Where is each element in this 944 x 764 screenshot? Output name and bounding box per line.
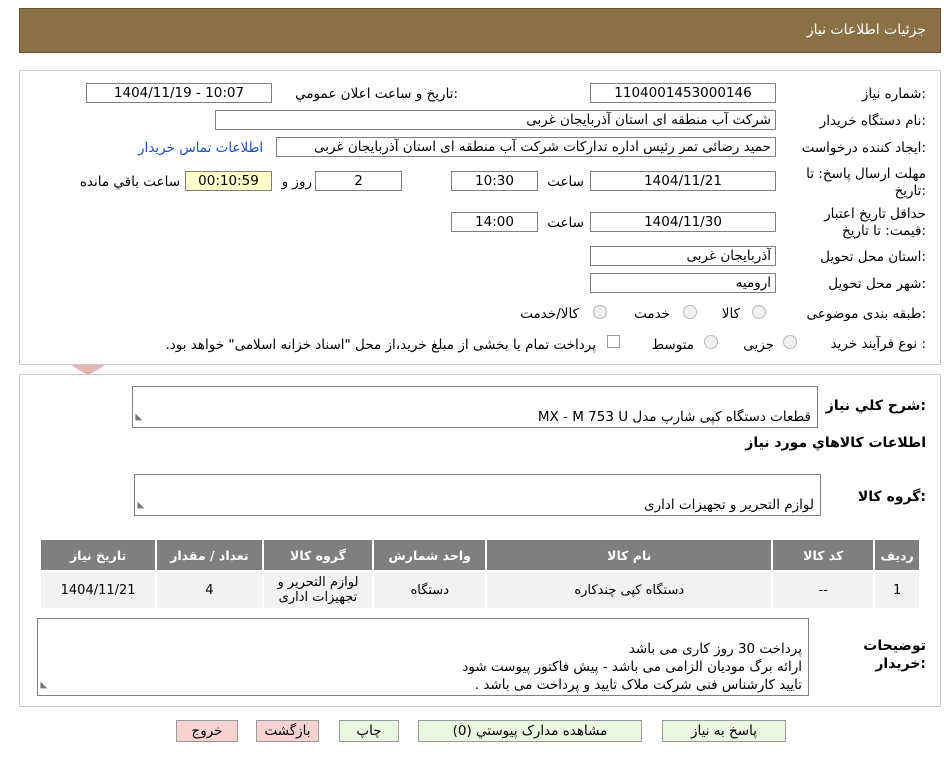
buyer-org-field: شرکت آب منطقه ای استان آذربایجان غربی — [215, 110, 776, 130]
province-label: استان محل تحویل: — [820, 249, 926, 265]
col-header-unit: واحد شمارش — [372, 538, 488, 572]
goods-section-title: اطلاعات کالاهاي مورد نیاز — [745, 435, 926, 451]
announce-label: تاریخ و ساعت اعلان عمومي: — [295, 86, 458, 102]
treasury-payment-note: پرداخت تمام یا بخشی از مبلغ خرید،از محل … — [165, 337, 596, 353]
cell-item-code: -- — [771, 570, 876, 610]
process-option-minor: جزیی — [743, 337, 774, 353]
resize-grip-icon[interactable]: ◢ — [129, 414, 147, 421]
reply-time-label: ساعت — [547, 174, 584, 190]
description-text: قطعات دستگاه کپی شارپ مدل MX - M 753 U — [537, 409, 811, 425]
reply-button[interactable]: پاسخ به نیاز — [662, 720, 786, 742]
buyer-contact-link[interactable]: اطلاعات تماس خریدار — [138, 140, 263, 156]
goods-group-label: گروه کالا: — [857, 489, 926, 505]
exit-button[interactable]: خروج — [176, 720, 238, 742]
category-option-goods: کالا — [721, 306, 740, 322]
cell-need-date: 1404/11/21 — [38, 570, 158, 610]
reply-deadline-label-2: تاریخ: — [894, 183, 926, 199]
col-header-row-number: ردیف — [873, 538, 921, 572]
table-row: 1 -- دستگاه کپی چندکاره دستگاه لوازم الت… — [38, 570, 921, 610]
description-label: شرح کلي نیاز: — [825, 398, 926, 414]
goods-table-header: ردیف کد کالا نام کالا واحد شمارش گروه کا… — [38, 538, 921, 572]
category-label: طبقه بندی موضوعی: — [806, 306, 926, 322]
validity-time-label: ساعت — [547, 215, 584, 231]
cell-group: لوازم التحریر و تجهیزات اداری — [261, 570, 375, 610]
buyer-notes-label-2: خریدار: — [875, 656, 926, 672]
reply-time-field: 10:30 — [451, 171, 538, 191]
goods-group-field: لوازم التحریر و تجهیزات اداری ◢ — [134, 474, 821, 516]
remaining-time-field: 00:10:59 — [185, 171, 272, 191]
col-header-quantity: تعداد / مقدار — [155, 538, 264, 572]
process-radio-medium[interactable] — [704, 335, 718, 349]
back-button[interactable]: بازگشت — [256, 720, 319, 742]
days-field: 2 — [315, 171, 402, 191]
goods-table: ردیف کد کالا نام کالا واحد شمارش گروه کا… — [38, 538, 921, 610]
category-option-service: خدمت — [634, 306, 670, 322]
print-button[interactable]: چاپ — [339, 720, 399, 742]
col-header-need-date: تاریخ نیاز — [38, 538, 158, 572]
validity-label-2: قیمت: تا تاریخ: — [841, 223, 926, 239]
buyer-notes-label: توضیحات — [863, 638, 926, 654]
process-option-medium: متوسط — [651, 337, 694, 353]
buyer-notes-text: پرداخت 30 روز کاری می باشد ارائه برگ مود… — [462, 641, 802, 693]
cell-item-name: دستگاه کپی چندکاره — [485, 570, 774, 610]
category-option-goods-service: کالا/خدمت — [520, 306, 579, 322]
cell-quantity: 4 — [155, 570, 264, 610]
col-header-item-code: کد کالا — [771, 538, 876, 572]
category-radio-goods[interactable] — [752, 305, 766, 319]
city-field: ارومیه — [590, 273, 776, 293]
category-radio-service[interactable] — [683, 305, 697, 319]
resize-grip-icon[interactable]: ◢ — [131, 502, 149, 509]
buyer-notes-field: پرداخت 30 روز کاری می باشد ارائه برگ مود… — [37, 618, 809, 696]
reply-deadline-label: مهلت ارسال پاسخ: تا — [806, 166, 926, 182]
page-title: جزئیات اطلاعات نیاز — [806, 22, 926, 38]
days-label: روز و — [281, 174, 312, 190]
col-header-group: گروه کالا — [261, 538, 375, 572]
remaining-time-label: ساعت باقي مانده — [79, 174, 180, 190]
description-field: قطعات دستگاه کپی شارپ مدل MX - M 753 U ◢ — [132, 386, 818, 428]
requester-label: ایجاد کننده درخواست: — [801, 140, 926, 156]
province-field: آذربایجان غربی — [590, 246, 776, 266]
cell-unit: دستگاه — [372, 570, 488, 610]
category-radio-goods-service[interactable] — [593, 305, 607, 319]
requester-field: حمید رضائی تمر رئیس اداره تدارکات شرکت آ… — [276, 137, 776, 157]
col-header-item-name: نام کالا — [485, 538, 774, 572]
need-number-field: 1104001453000146 — [590, 83, 776, 103]
city-label: شهر محل تحویل: — [828, 276, 926, 292]
validity-label: حداقل تاریخ اعتبار — [824, 206, 926, 222]
validity-time-field: 14:00 — [451, 212, 538, 232]
goods-group-text: لوازم التحریر و تجهیزات اداری — [644, 497, 814, 513]
validity-date-field: 1404/11/30 — [590, 212, 776, 232]
view-attachments-button[interactable]: مشاهده مدارک پیوستي (0) — [418, 720, 642, 742]
cell-row-number: 1 — [873, 570, 921, 610]
process-label: نوع فرآیند خرید : — [830, 336, 926, 352]
treasury-payment-checkbox[interactable] — [607, 335, 620, 348]
process-radio-minor[interactable] — [783, 335, 797, 349]
buyer-org-label: نام دستگاه خریدار: — [819, 113, 926, 129]
resize-grip-icon[interactable]: ◢ — [34, 682, 52, 689]
announce-datetime-field: 1404/11/19 - 10:07 — [86, 83, 272, 103]
page-header: جزئیات اطلاعات نیاز — [19, 8, 941, 53]
need-number-label: شماره نیاز: — [861, 86, 926, 102]
reply-date-field: 1404/11/21 — [590, 171, 776, 191]
